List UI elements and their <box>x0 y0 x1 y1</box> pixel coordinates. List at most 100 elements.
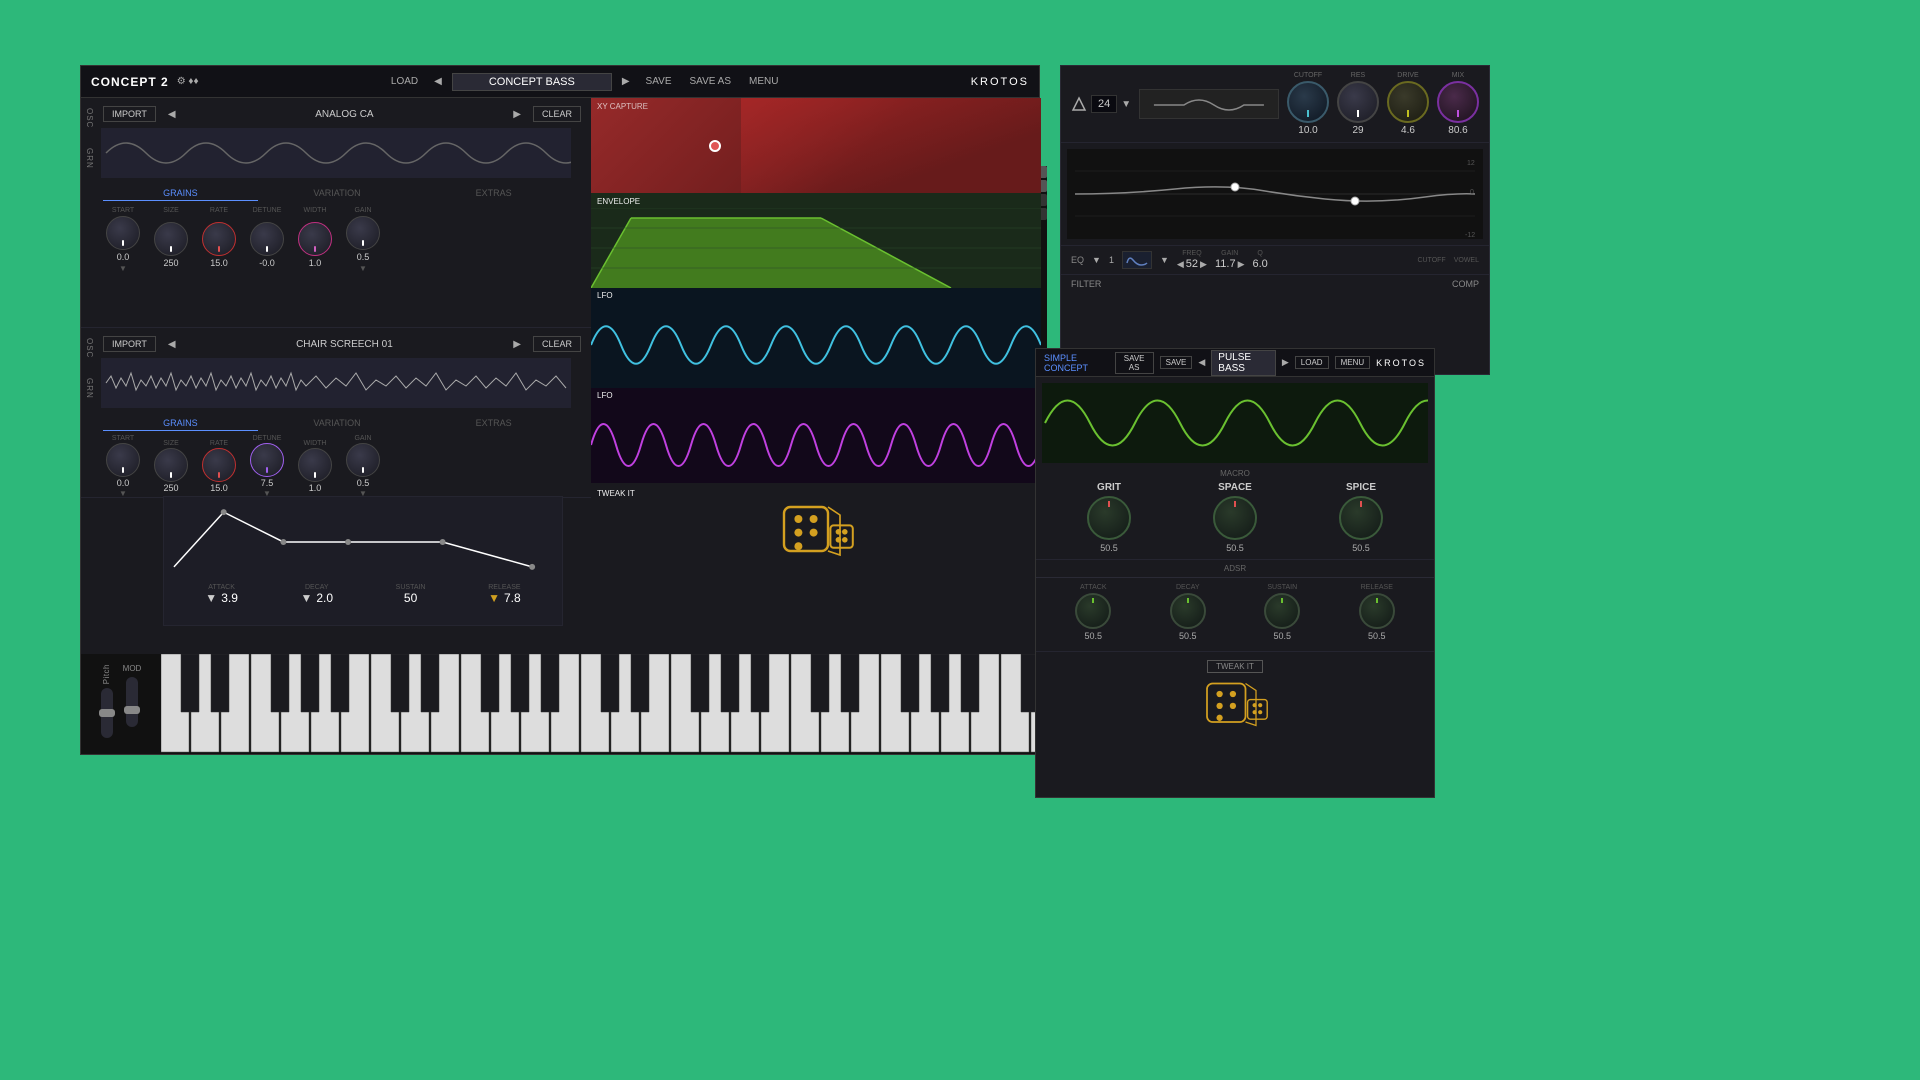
osc2-waveform-display <box>101 358 571 408</box>
osc1-header: IMPORT ◀ ANALOG CA ▶ CLEAR <box>103 106 581 122</box>
osc1-import-button[interactable]: IMPORT <box>103 106 156 122</box>
cutoff-indicator <box>1307 110 1309 117</box>
osc2-size-knob[interactable] <box>154 448 188 482</box>
osc1-width-label: WIDTH <box>295 207 335 214</box>
osc2-detune-knob[interactable] <box>250 443 284 477</box>
osc2-label: OSC <box>85 338 94 358</box>
second-sustain-val: 50.5 <box>1273 631 1291 641</box>
osc2-sample-name: CHAIR SCREECH 01 <box>188 339 502 350</box>
adsr-attack-label: ATTACK <box>208 584 235 591</box>
osc2-width-knob[interactable] <box>298 448 332 482</box>
semitone-dropdown[interactable]: ▼ <box>1121 99 1131 110</box>
osc1-waveform-display <box>101 128 571 178</box>
pitch-label: Pitch <box>102 664 111 684</box>
space-knob[interactable] <box>1213 496 1257 540</box>
osc1-detune-knob[interactable] <box>250 222 284 256</box>
second-sustain-knob[interactable] <box>1264 593 1300 629</box>
osc1-rate-knob[interactable] <box>202 222 236 256</box>
second-decay-knob[interactable] <box>1170 593 1206 629</box>
eq-controls-row: EQ ▼ 1 ▼ FREQ ◀ 52 ▶ GAIN 11.7 ▶ <box>1061 245 1489 274</box>
pitch-slider[interactable] <box>101 688 113 738</box>
mod-slider[interactable] <box>126 677 138 727</box>
osc2-gain-knob[interactable] <box>346 443 380 477</box>
osc1-tab-grains[interactable]: GRAINS <box>103 186 258 201</box>
menu-button[interactable]: MENU <box>743 74 784 89</box>
second-sustain-label: SUSTAIN <box>1267 584 1297 591</box>
osc2-prev[interactable]: ◀ <box>164 337 180 352</box>
second-release-group: RELEASE 50.5 <box>1359 584 1395 641</box>
filter-shape-btn[interactable] <box>1122 251 1152 269</box>
drive-knob[interactable] <box>1387 81 1429 123</box>
osc2-tab-grains[interactable]: GRAINS <box>103 416 258 431</box>
cutoff-knob[interactable] <box>1287 81 1329 123</box>
adsr-params: ATTACK ▼ 3.9 DECAY ▼ 2.0 SUSTAIN 50 RELE… <box>164 582 562 607</box>
osc2-rate-label: RATE <box>210 440 228 447</box>
second-load-button[interactable]: LOAD <box>1295 356 1329 369</box>
osc1-clear-button[interactable]: CLEAR <box>533 106 581 122</box>
spice-label: SPICE <box>1346 482 1376 493</box>
osc2-next[interactable]: ▶ <box>509 337 525 352</box>
second-dice-icon[interactable] <box>1200 677 1270 732</box>
mix-knob[interactable] <box>1437 81 1479 123</box>
adsr-sustain-label: SUSTAIN <box>396 584 426 591</box>
eq-gain-group: GAIN 11.7 ▶ <box>1215 250 1245 270</box>
xy-dot[interactable] <box>709 140 721 152</box>
top-controls: LOAD ◀ CONCEPT BASS ▶ SAVE SAVE AS MENU <box>385 73 785 91</box>
osc1-start-knob[interactable] <box>106 216 140 250</box>
osc1-tab-variation[interactable]: VARIATION <box>260 186 415 201</box>
osc2-rate-knob[interactable] <box>202 448 236 482</box>
piano-keys-svg[interactable] <box>161 654 1041 754</box>
second-attack-knob[interactable] <box>1075 593 1111 629</box>
osc1-next[interactable]: ▶ <box>509 107 525 122</box>
eq-freq-label: FREQ <box>1182 250 1201 257</box>
load-button[interactable]: LOAD <box>385 74 424 89</box>
second-wave-display <box>1042 383 1428 463</box>
second-menu-button[interactable]: MENU <box>1335 356 1371 369</box>
osc1-tab-extras[interactable]: EXTRAS <box>416 186 571 201</box>
eq-gain-val: 11.7 <box>1215 258 1236 270</box>
res-knob[interactable] <box>1337 81 1379 123</box>
space-group: SPACE 50.5 <box>1213 482 1257 553</box>
adsr-release-label: RELEASE <box>488 584 520 591</box>
second-save-button[interactable]: SAVE <box>1160 356 1193 369</box>
osc2-tab-extras[interactable]: EXTRAS <box>416 416 571 431</box>
osc2-start-knob[interactable] <box>106 443 140 477</box>
lfo2-section: LFO <box>591 388 1041 483</box>
space-val: 50.5 <box>1226 543 1244 553</box>
spice-knob[interactable] <box>1339 496 1383 540</box>
osc1-size-knob[interactable] <box>154 222 188 256</box>
mod-group: MOD <box>123 664 142 727</box>
second-release-knob[interactable] <box>1359 593 1395 629</box>
grit-knob[interactable] <box>1087 496 1131 540</box>
osc1-detune-label: DETUNE <box>247 207 287 214</box>
save-button[interactable]: SAVE <box>640 74 678 89</box>
second-save-as-button[interactable]: SAVE AS <box>1115 352 1154 374</box>
preset-prev-arrow[interactable]: ◀ <box>430 74 446 89</box>
save-as-button[interactable]: SAVE AS <box>683 74 737 89</box>
second-preset-prev[interactable]: ◀ <box>1198 357 1205 368</box>
osc2-size-label: SIZE <box>163 440 179 447</box>
filter-shape-display <box>1139 89 1279 119</box>
drive-group: DRIVE 4.6 <box>1387 72 1429 136</box>
envelope-label: ENVELOPE <box>591 193 646 210</box>
svg-text:12: 12 <box>1467 160 1475 167</box>
osc2-import-button[interactable]: IMPORT <box>103 336 156 352</box>
grit-label: GRIT <box>1097 482 1121 493</box>
osc1-rate-label: RATE <box>199 207 239 214</box>
pitch-mod-panel: Pitch MOD <box>81 654 161 754</box>
tweak-dice-icon[interactable] <box>776 501 856 561</box>
osc2-tab-variation[interactable]: VARIATION <box>260 416 415 431</box>
second-preset-next[interactable]: ▶ <box>1282 357 1289 368</box>
osc1-gain-knob[interactable] <box>346 216 380 250</box>
semitone-value[interactable]: 24 <box>1091 95 1117 113</box>
osc2-start-group: START 0.0 ▼ <box>103 435 143 498</box>
adsr-release-val: 7.8 <box>504 591 521 605</box>
adsr-decay-val: 2.0 <box>316 591 333 605</box>
osc1-prev[interactable]: ◀ <box>164 107 180 122</box>
preset-next-arrow[interactable]: ▶ <box>618 74 634 89</box>
osc2-clear-button[interactable]: CLEAR <box>533 336 581 352</box>
second-release-val: 50.5 <box>1368 631 1386 641</box>
drive-label: DRIVE <box>1397 72 1418 79</box>
second-krotos: KROTOS <box>1376 358 1426 368</box>
osc1-width-knob[interactable] <box>298 222 332 256</box>
